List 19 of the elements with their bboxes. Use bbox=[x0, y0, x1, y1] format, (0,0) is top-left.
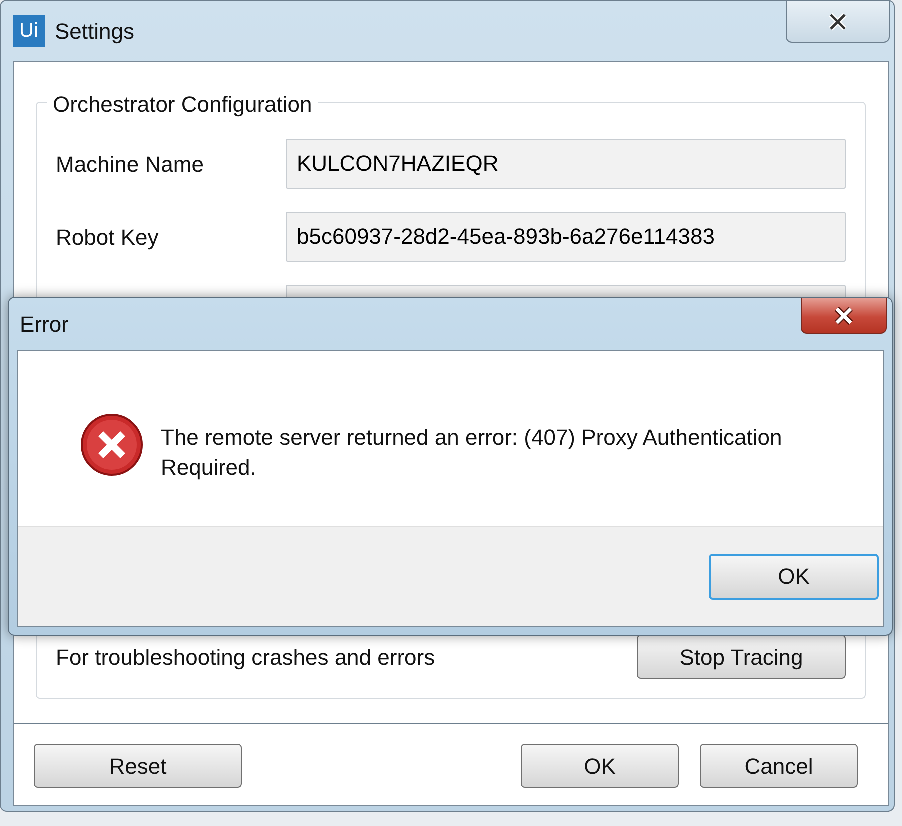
error-icon bbox=[80, 413, 144, 477]
tracing-label: For troubleshooting crashes and errors bbox=[56, 644, 436, 672]
ok-button[interactable]: OK bbox=[521, 744, 679, 788]
dialog-title: Error bbox=[20, 310, 69, 338]
field-label: Machine Name bbox=[56, 150, 205, 178]
app-logo: Ui bbox=[13, 15, 45, 47]
ok-button[interactable]: OK bbox=[709, 554, 879, 600]
input-field[interactable]: KULCON7HAZIEQR bbox=[286, 139, 846, 189]
window-title: Settings bbox=[55, 18, 134, 46]
cancel-button[interactable]: Cancel bbox=[700, 744, 858, 788]
close-button[interactable] bbox=[801, 298, 887, 334]
close-icon bbox=[833, 306, 855, 324]
error-message: The remote server returned an error: (407) Proxy Authentication Required. bbox=[161, 424, 784, 482]
close-button[interactable] bbox=[786, 1, 890, 43]
reset-button[interactable]: Reset bbox=[34, 744, 242, 788]
input-field[interactable]: b5c60937-28d2-45ea-893b-6a276e114383 bbox=[286, 212, 846, 262]
close-icon bbox=[828, 12, 848, 30]
stop-tracing-button[interactable]: Stop Tracing bbox=[637, 635, 846, 679]
field-label: Robot Key bbox=[56, 224, 160, 252]
